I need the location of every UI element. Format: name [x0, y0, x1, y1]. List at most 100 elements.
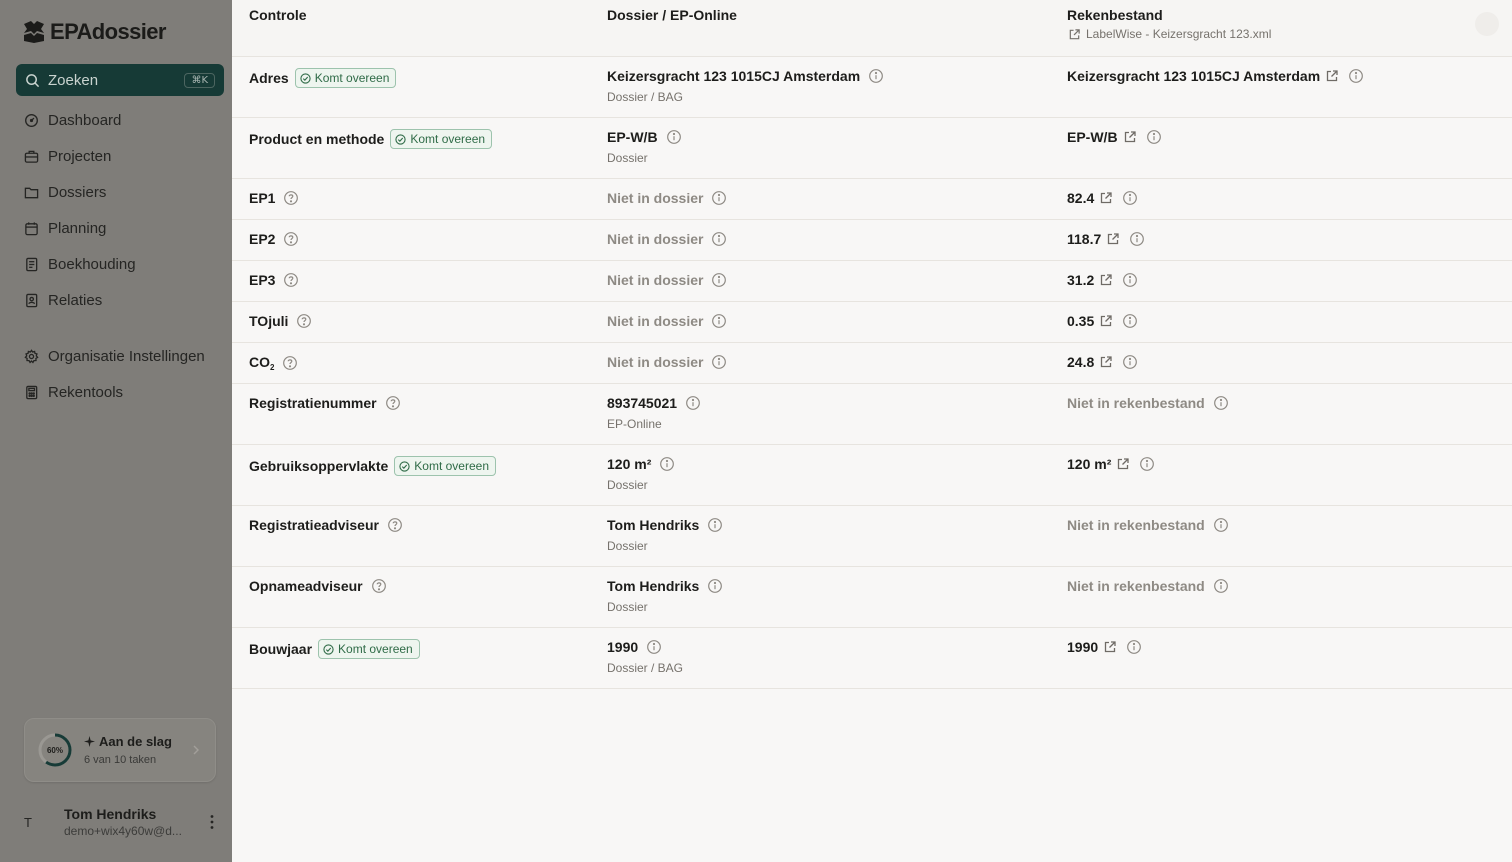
row-file-cell: 120 m² [1067, 456, 1155, 472]
info-icon[interactable] [659, 456, 675, 472]
panel-corner-button[interactable] [1475, 12, 1499, 36]
help-icon[interactable] [371, 578, 387, 594]
gear-icon [24, 348, 39, 363]
row-label: TOjuli [249, 313, 289, 329]
nav-item-dossiers[interactable]: Dossiers [16, 174, 224, 210]
row-label: Adres [249, 70, 289, 86]
file-value: 118.7 [1067, 231, 1102, 247]
info-icon[interactable] [685, 395, 701, 411]
dossier-source: Dossier / BAG [607, 661, 684, 675]
table-row: Registratienummer 893745021 EP-Online Niet … [232, 384, 1512, 445]
external-link-icon[interactable] [1099, 273, 1113, 287]
info-icon[interactable] [868, 68, 884, 84]
row-check-cell: TOjuli [249, 313, 312, 329]
help-icon[interactable] [387, 517, 403, 533]
table-row: Adres Komt overeen Keizersgracht 123 1015C… [232, 57, 1512, 118]
row-label: Gebruiksoppervlakte [249, 458, 389, 474]
info-icon[interactable] [711, 190, 727, 206]
row-dossier-cell: 893745021 [607, 395, 701, 411]
info-icon[interactable] [711, 354, 727, 370]
user-menu[interactable]: T Tom Hendriks demo+wix4y60w@d... [16, 800, 224, 844]
nav-item-rekentools[interactable]: Rekentools [16, 374, 224, 410]
external-link-icon[interactable] [1106, 232, 1120, 246]
nav-item-dashboard[interactable]: Dashboard [16, 102, 224, 138]
nav-item-projecten[interactable]: Projecten [16, 138, 224, 174]
info-icon[interactable] [1213, 517, 1229, 533]
rekenbestand-file-link[interactable]: LabelWise - Keizersgracht 123.xml [1068, 27, 1271, 41]
dossier-value: Niet in dossier [607, 354, 704, 370]
match-badge-label: Komt overeen [414, 459, 489, 473]
external-link-icon[interactable] [1123, 130, 1137, 144]
help-icon[interactable] [283, 190, 299, 206]
check-circle-icon [399, 460, 410, 472]
table-row: Opnameadviseur Tom Hendriks Dossier Niet in… [232, 567, 1512, 628]
logo-icon [24, 21, 44, 43]
info-icon[interactable] [711, 272, 727, 288]
help-icon[interactable] [283, 272, 299, 288]
brand-logo[interactable]: EPAdossier [22, 19, 166, 45]
row-label: EP1 [249, 190, 276, 206]
info-icon[interactable] [646, 639, 662, 655]
user-name: Tom Hendriks [64, 806, 157, 822]
row-dossier-cell: Tom Hendriks [607, 517, 723, 533]
row-file-cell: 31.2 [1067, 272, 1138, 288]
file-value: 1990 [1067, 639, 1099, 655]
user-email: demo+wix4y60w@d... [64, 824, 182, 838]
external-link-icon[interactable] [1103, 640, 1117, 654]
row-label: Registratieadviseur [249, 517, 379, 533]
nav-item-boekhouding[interactable]: Boekhouding [16, 246, 224, 282]
info-icon[interactable] [1213, 578, 1229, 594]
info-icon[interactable] [1213, 395, 1229, 411]
info-icon[interactable] [711, 313, 727, 329]
info-icon[interactable] [1139, 456, 1155, 472]
dossier-value: EP-W/B [607, 129, 658, 145]
info-icon[interactable] [707, 517, 723, 533]
info-icon[interactable] [707, 578, 723, 594]
external-link-icon[interactable] [1325, 69, 1339, 83]
external-link-icon[interactable] [1099, 355, 1113, 369]
row-file-cell: Keizersgracht 123 1015CJ Amsterdam [1067, 68, 1364, 84]
dossier-source: Dossier [607, 478, 648, 492]
help-icon[interactable] [385, 395, 401, 411]
file-name: LabelWise - Keizersgracht 123.xml [1086, 27, 1272, 41]
external-link-icon[interactable] [1116, 457, 1130, 471]
row-check-cell: EP2 [249, 231, 299, 247]
file-value: 82.4 [1067, 190, 1095, 206]
external-link-icon[interactable] [1099, 191, 1113, 205]
row-file-cell: Niet in rekenbestand [1067, 578, 1229, 594]
info-icon[interactable] [1122, 313, 1138, 329]
calculator-icon [26, 385, 38, 399]
info-icon[interactable] [1129, 231, 1145, 247]
help-icon[interactable] [296, 313, 312, 329]
comparison-panel: Controle Dossier / EP-Online Rekenbestan… [232, 0, 1512, 862]
row-dossier-cell: 120 m² [607, 456, 675, 472]
nav-item-planning[interactable]: Planning [16, 210, 224, 246]
nav-item-organisatie-instellingen[interactable]: Organisatie Instellingen [16, 338, 224, 374]
info-icon[interactable] [1146, 129, 1162, 145]
row-dossier-cell: Keizersgracht 123 1015CJ Amsterdam [607, 68, 884, 84]
header-controle: Controle [249, 7, 307, 23]
onboarding-card[interactable]: 60% Aan de slag 6 van 10 taken [24, 718, 216, 782]
contacts-icon [26, 293, 38, 307]
info-icon[interactable] [1348, 68, 1364, 84]
main-nav: Dashboard Projecten Dossiers Planning Bo… [16, 102, 224, 410]
help-icon[interactable] [283, 231, 299, 247]
info-icon[interactable] [1122, 354, 1138, 370]
info-icon[interactable] [1126, 639, 1142, 655]
external-link-icon[interactable] [1099, 314, 1113, 328]
dossier-source: Dossier [607, 600, 648, 614]
search-button[interactable]: Zoeken ⌘K [16, 64, 224, 96]
file-value: Niet in rekenbestand [1067, 517, 1205, 533]
more-vertical-icon[interactable] [210, 814, 214, 830]
match-badge-label: Komt overeen [314, 71, 390, 85]
info-icon[interactable] [1122, 190, 1138, 206]
info-icon[interactable] [1122, 272, 1138, 288]
nav-label: Projecten [48, 147, 112, 165]
dossier-value: 120 m² [607, 456, 652, 472]
match-badge: Komt overeen [394, 456, 496, 476]
help-icon[interactable] [282, 355, 298, 371]
nav-item-relaties[interactable]: Relaties [16, 282, 224, 318]
info-icon[interactable] [666, 129, 682, 145]
info-icon[interactable] [711, 231, 727, 247]
